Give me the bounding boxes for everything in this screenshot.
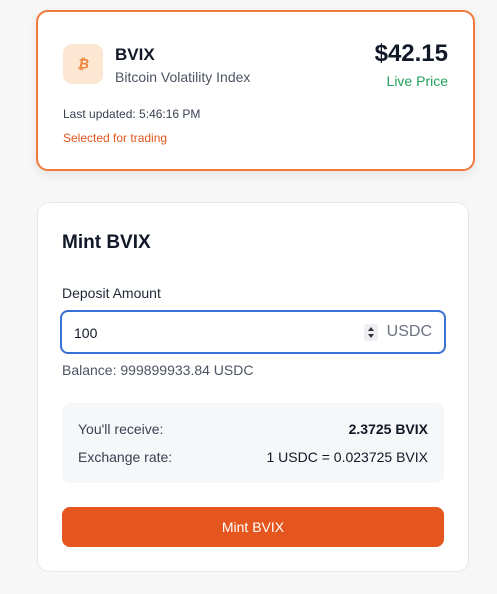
asset-symbol: BVIX <box>115 45 155 64</box>
mint-summary: You'll receive: 2.3725 BVIX Exchange rat… <box>62 403 444 483</box>
exchange-rate-value: 1 USDC = 0.023725 BVIX <box>266 449 429 465</box>
mint-button[interactable]: Mint BVIX <box>62 507 444 547</box>
deposit-amount-input[interactable] <box>74 322 354 344</box>
receive-label: You'll receive: <box>78 421 164 437</box>
exchange-rate-label: Exchange rate: <box>78 449 173 465</box>
deposit-amount-label: Deposit Amount <box>62 285 161 301</box>
bitcoin-icon: ₿ <box>63 44 103 84</box>
asset-price: $42.15 <box>374 40 448 67</box>
svg-text:₿: ₿ <box>77 57 89 72</box>
receive-value: 2.3725 BVIX <box>348 421 428 437</box>
asset-card[interactable]: ₿ BVIX Bitcoin Volatility Index $42.15 L… <box>36 10 475 171</box>
number-stepper[interactable] <box>364 324 378 341</box>
last-updated-text: Last updated: 5:46:16 PM <box>63 107 201 121</box>
stepper-arrows-icon <box>368 327 374 338</box>
mint-title: Mint BVIX <box>62 232 151 253</box>
receive-row: You'll receive: 2.3725 BVIX <box>78 420 428 438</box>
asset-name: Bitcoin Volatility Index <box>115 69 251 85</box>
live-price-label: Live Price <box>386 73 448 89</box>
deposit-amount-field[interactable]: USDC <box>60 310 446 354</box>
mint-card: Mint BVIX Deposit Amount USDC Balance: 9… <box>37 202 469 572</box>
selected-for-trading-text: Selected for trading <box>63 131 168 145</box>
currency-unit-label: USDC <box>386 323 432 340</box>
exchange-rate-row: Exchange rate: 1 USDC = 0.023725 BVIX <box>78 448 428 466</box>
balance-text: Balance: 999899933.84 USDC <box>62 362 254 378</box>
